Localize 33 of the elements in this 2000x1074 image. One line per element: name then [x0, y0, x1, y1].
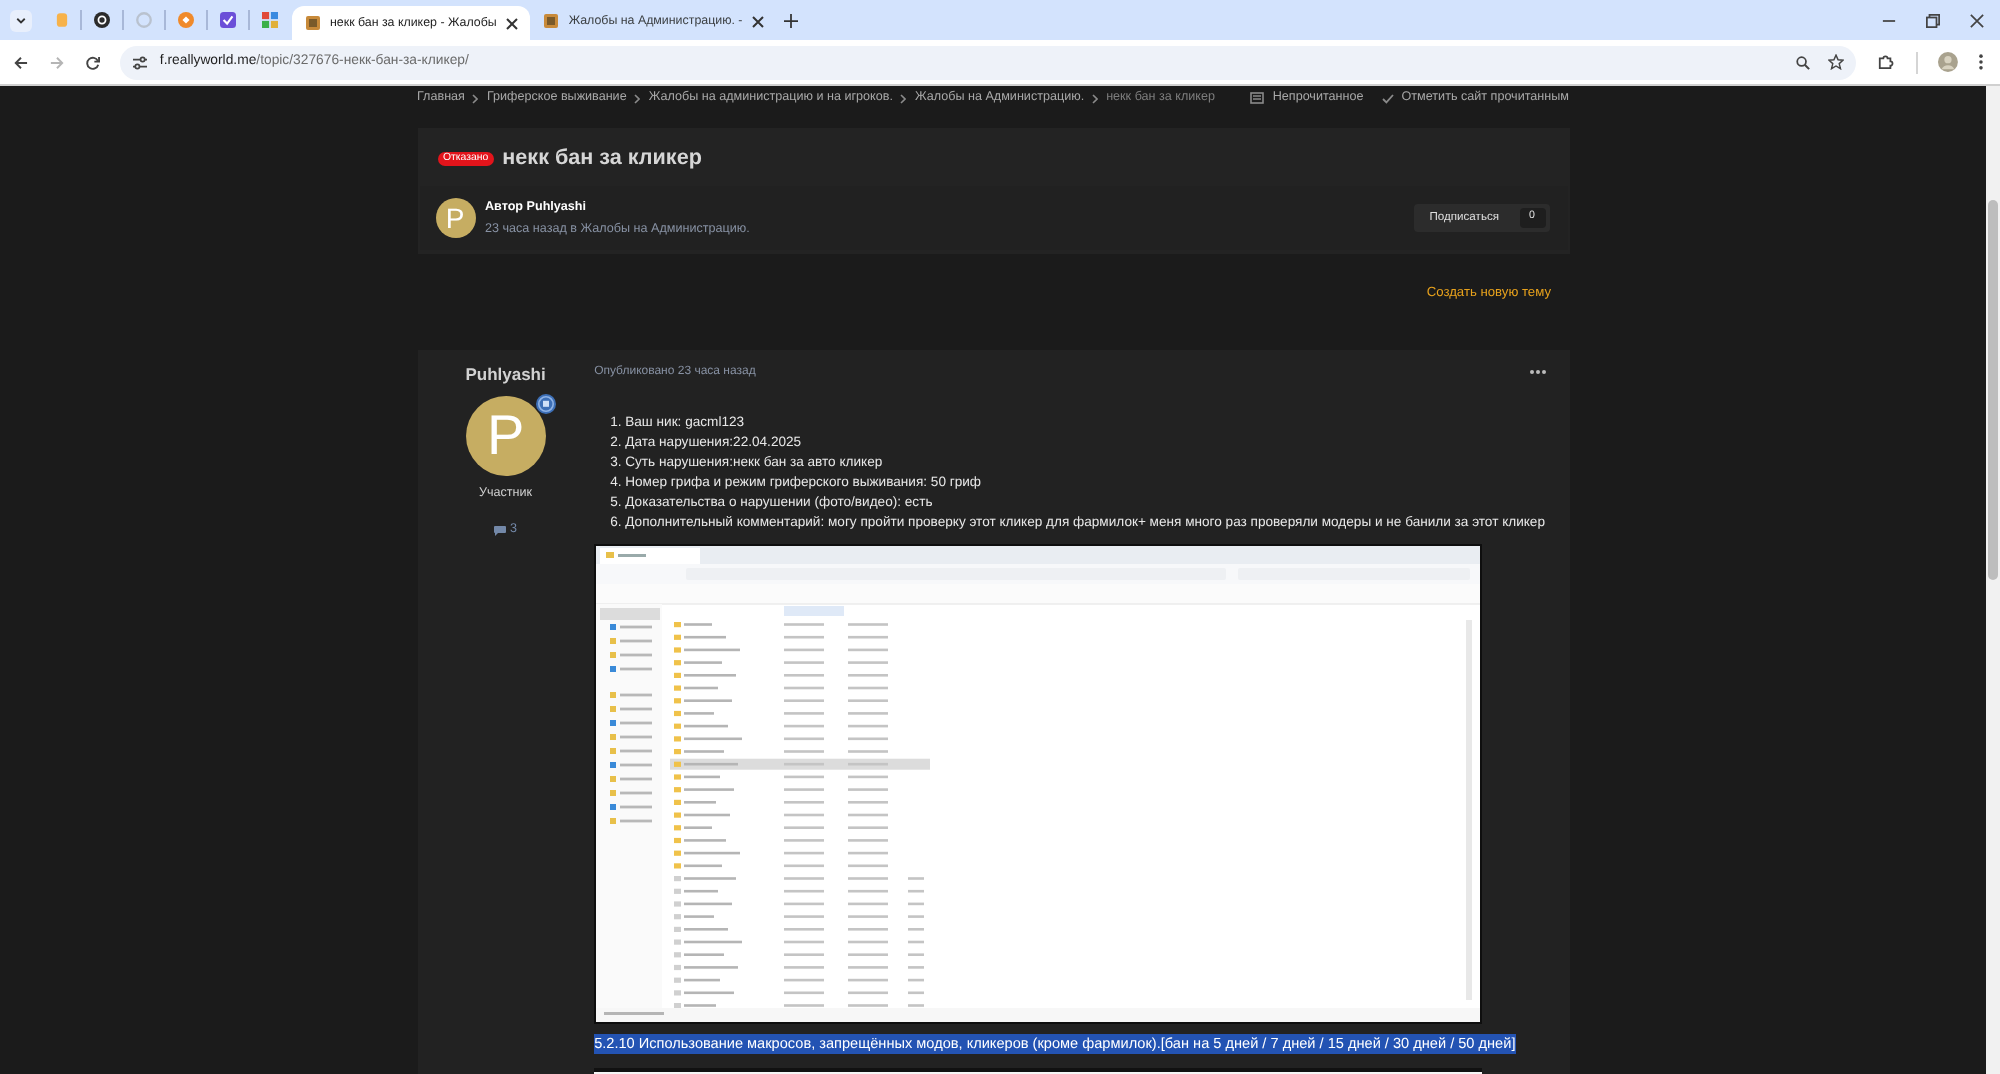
- menu-icon[interactable]: [1978, 54, 1984, 70]
- chevron-right-icon: [472, 93, 479, 103]
- extension-icon[interactable]: [1878, 54, 1895, 70]
- chevron-right-icon: [634, 93, 641, 103]
- grid-icon[interactable]: [262, 12, 278, 28]
- site-info-icon[interactable]: [131, 55, 148, 69]
- avatar: P: [435, 198, 475, 238]
- close-icon[interactable]: [506, 17, 519, 29]
- circle-logo-icon[interactable]: [94, 12, 110, 28]
- chevron-right-icon: [900, 93, 907, 103]
- close-icon[interactable]: [1970, 13, 1984, 27]
- inbox-icon: [1250, 92, 1265, 104]
- profile-avatar-icon[interactable]: [1938, 52, 1959, 72]
- site-favicon-icon: [544, 14, 559, 28]
- close-icon[interactable]: [752, 15, 765, 27]
- new-tab-icon[interactable]: [784, 14, 799, 28]
- tab-list-button[interactable]: [10, 9, 32, 31]
- back-icon[interactable]: [14, 55, 28, 69]
- post-author-name[interactable]: Puhlyashi: [465, 364, 546, 384]
- zoom-icon[interactable]: [1796, 55, 1811, 69]
- restore-icon[interactable]: [1926, 13, 1940, 27]
- check-icon: [1381, 93, 1394, 103]
- scrollbar-thumb[interactable]: [1988, 200, 1998, 580]
- comment-icon: [494, 525, 507, 535]
- reload-icon[interactable]: [85, 55, 100, 69]
- topic-title: некк бан за кликер: [502, 148, 702, 170]
- check-square-icon[interactable]: [220, 12, 236, 28]
- chevron-down-icon: [16, 17, 26, 23]
- site-favicon-icon: [306, 16, 320, 30]
- chevron-right-icon: [1092, 93, 1099, 103]
- avatar: P: [465, 396, 546, 476]
- badge-icon: [535, 394, 556, 414]
- star-icon[interactable]: [1828, 54, 1845, 70]
